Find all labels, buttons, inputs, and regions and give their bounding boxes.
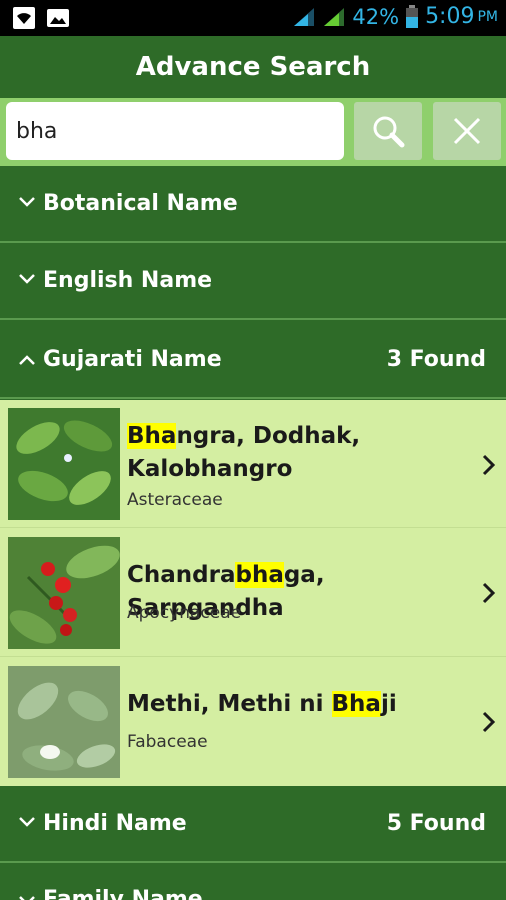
clock-ampm: PM [477, 8, 498, 25]
image-icon [47, 9, 69, 27]
section-hindi-name[interactable]: Hindi Name 5 Found [0, 786, 506, 863]
found-count: 5 Found [386, 811, 486, 836]
chevron-down-icon [19, 197, 35, 207]
result-family: Apocynaceae [127, 603, 242, 623]
results-list: Bhangra, Dodhak, Kalobhangro Asteraceae … [0, 400, 506, 786]
section-botanical-name[interactable]: Botanical Name [0, 166, 506, 243]
section-label: Family Name [43, 887, 203, 900]
search-icon [373, 116, 405, 148]
result-family: Fabaceae [127, 732, 208, 752]
search-button[interactable] [354, 102, 422, 160]
chevron-down-icon [19, 274, 35, 284]
search-input[interactable] [6, 102, 344, 160]
section-label: Botanical Name [43, 191, 238, 216]
title-suffix: ji [380, 691, 397, 717]
chevron-up-icon [19, 355, 35, 365]
section-label: Gujarati Name [43, 347, 222, 372]
chevron-right-icon [482, 711, 496, 733]
app-header: Advance Search [0, 36, 506, 98]
title-match-highlight: bha [235, 562, 284, 588]
clock-time: 5:09 [425, 4, 475, 29]
result-family: Asteraceae [127, 490, 223, 510]
close-icon [453, 117, 481, 145]
title-prefix: Chandra [127, 562, 236, 588]
chevron-down-icon [19, 817, 35, 827]
title-prefix: Methi, Methi ni [127, 691, 332, 717]
section-label: English Name [43, 268, 213, 293]
title-match-highlight: Bha [127, 423, 177, 449]
mobile-signal-icon [324, 7, 345, 26]
search-bar [0, 98, 506, 166]
list-item[interactable]: Bhangra, Dodhak, Kalobhangro Asteraceae [0, 400, 506, 528]
section-english-name[interactable]: English Name [0, 243, 506, 320]
found-count: 3 Found [386, 347, 486, 372]
list-item[interactable]: Chandrabhaga, Sarpgandha Apocynaceae [0, 529, 506, 657]
plant-thumbnail [8, 537, 120, 649]
signal-strength-icon [294, 7, 315, 26]
wifi-icon [13, 7, 35, 29]
section-family-name[interactable]: Family Name [0, 865, 506, 900]
chevron-down-icon [19, 896, 35, 900]
page-title: Advance Search [135, 52, 371, 82]
section-gujarati-name[interactable]: Gujarati Name 3 Found [0, 322, 506, 399]
clear-button[interactable] [433, 102, 501, 160]
plant-thumbnail [8, 666, 120, 778]
chevron-right-icon [482, 582, 496, 604]
title-match-highlight: Bha [331, 691, 381, 717]
list-item[interactable]: Methi, Methi ni Bhaji Fabaceae [0, 658, 506, 786]
status-bar: 42% 5:09 PM [0, 0, 506, 36]
result-title: Bhangra, Dodhak, Kalobhangro [127, 420, 479, 486]
battery-percent: 42% [352, 4, 400, 29]
result-title: Methi, Methi ni Bhaji [127, 688, 479, 721]
chevron-right-icon [482, 454, 496, 476]
section-label: Hindi Name [43, 811, 187, 836]
battery-icon [406, 4, 419, 28]
plant-thumbnail [8, 408, 120, 520]
